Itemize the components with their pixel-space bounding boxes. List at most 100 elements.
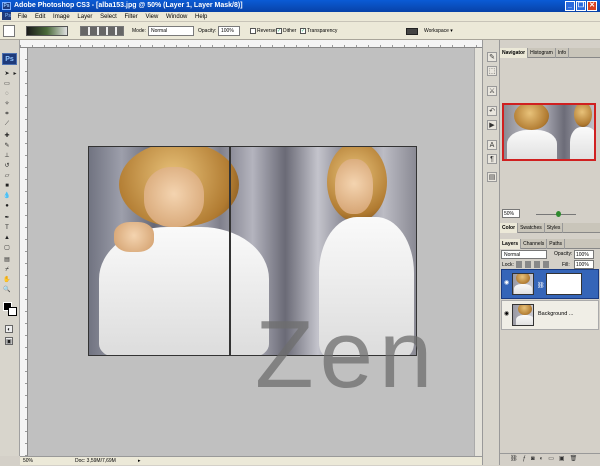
notes-tool-icon[interactable]: ▤ [3,256,11,264]
gradient-tool-icon[interactable]: ■ [3,182,11,190]
layer-thumbnail[interactable] [512,273,534,295]
bg-thumb-hair [518,305,532,315]
clone-source-icon[interactable]: ▤ [487,172,497,182]
blur-tool-icon[interactable]: 💧 [3,192,11,200]
tool-presets-icon[interactable]: ⬚ [487,66,497,76]
slice-tool-icon[interactable]: ⟋ [3,120,11,128]
menu-filter[interactable]: Filter [121,12,140,22]
shape-tool-icon[interactable]: ▢ [3,244,11,252]
clone-stamp-tool-icon[interactable]: ⊥ [3,152,11,160]
menu-layer[interactable]: Layer [74,12,95,22]
layer-row-background[interactable]: ◉ Background ... [501,300,599,330]
layer-visibility-eye-icon[interactable]: ◉ [504,280,511,286]
layer-opacity-field[interactable]: 100% [574,250,594,259]
dodge-tool-icon[interactable]: ● [3,202,11,210]
fill-field[interactable]: 100% [574,260,594,269]
reverse-option[interactable]: Reverse [250,26,276,36]
layer-row-layer-1[interactable]: ◉ ⛓ [501,269,599,299]
layers-panel-footer: ⛓ƒ◙◐▭▣🗑 [500,453,600,463]
palette-well-icon[interactable] [406,28,418,35]
screen-mode-icon[interactable]: ▣ [5,337,13,345]
lock-buttons[interactable] [516,261,552,268]
vertical-scrollbar[interactable] [474,48,482,456]
lasso-tool-icon[interactable]: ◌ [3,90,11,98]
paragraph-panel-icon[interactable]: ¶ [487,154,497,164]
quick-mask-icon[interactable]: ◐ [5,325,13,333]
brush-tool-icon[interactable]: ✎ [3,142,11,150]
navigator-zoom-field[interactable]: 50% [502,209,520,218]
type-tool-icon[interactable]: T [3,224,11,232]
navigator-thumbnail[interactable] [502,103,596,161]
tab-styles[interactable]: Styles [545,223,564,233]
menu-help[interactable]: Help [192,12,210,22]
photoshop-logo[interactable]: Ps [2,53,17,65]
mode-select[interactable]: Normal [148,26,194,36]
eyedropper-tool-icon[interactable]: ⌿ [3,266,11,274]
adjustment-layer-icon[interactable]: ◐ [540,456,549,462]
marquee-tool-icon[interactable]: ▭ [3,80,11,88]
tab-layers[interactable]: Layers [500,239,522,249]
opacity-field[interactable]: 100% [218,26,240,36]
menu-select[interactable]: Select [97,12,120,22]
magic-wand-tool-icon[interactable]: ✧ [3,100,11,108]
gradient-type-buttons[interactable] [80,26,124,36]
artboard-tool-icon[interactable]: ▸ [11,70,19,78]
tab-color[interactable]: Color [500,223,519,233]
workspace-button[interactable]: Workspace ▾ [424,26,453,36]
brushes-panel-icon[interactable]: ✎ [487,52,497,62]
close-button[interactable]: ✕ [587,1,597,11]
healing-brush-tool-icon[interactable]: ✚ [3,132,11,140]
history-brush-tool-icon[interactable]: ↺ [3,162,11,170]
blend-mode-select[interactable]: Normal [501,250,547,259]
fill-label: Fill: [562,262,570,268]
link-layers-icon[interactable]: ⛓ [510,456,523,462]
color-tabs: Color Swatches Styles [500,223,600,233]
opacity-label: Opacity: [198,28,217,34]
transparency-checkbox[interactable]: ✓ [300,27,306,34]
actions-panel-icon[interactable]: ▶ [487,120,497,130]
new-layer-icon[interactable]: ▣ [559,456,570,462]
hand-tool-icon[interactable]: ✋ [3,276,11,284]
document-icon[interactable]: Ps [2,12,11,21]
character-panel-icon[interactable]: A [487,140,497,150]
layer-mask-thumbnail[interactable] [546,273,582,295]
transparency-option[interactable]: ✓ Transparency [300,26,337,36]
background-visibility-eye-icon[interactable]: ◉ [504,311,511,317]
minimize-button[interactable]: _ [565,1,575,11]
tab-channels[interactable]: Channels [521,239,548,249]
mode-label: Mode: [132,28,146,34]
reverse-checkbox[interactable] [250,27,256,34]
gradient-picker[interactable] [26,26,68,36]
add-mask-icon[interactable]: ◙ [531,456,540,462]
history-panel-icon[interactable]: ↶ [487,106,497,116]
chain-link-icon[interactable]: ⛓ [537,282,545,289]
background-thumbnail[interactable] [512,304,534,326]
new-group-icon[interactable]: ▭ [548,456,559,462]
tab-navigator[interactable]: Navigator [500,48,529,58]
menu-window[interactable]: Window [163,12,190,22]
delete-layer-icon[interactable]: 🗑 [570,456,583,462]
dither-option[interactable]: ✓ Dither [276,26,296,36]
menu-view[interactable]: View [142,12,161,22]
pen-tool-icon[interactable]: ✒ [3,214,11,222]
tab-info[interactable]: Info [556,48,570,58]
move-tool-icon[interactable]: ➤ [3,70,11,78]
menu-edit[interactable]: Edit [32,12,48,22]
tab-histogram[interactable]: Histogram [528,48,556,58]
menu-image[interactable]: Image [50,12,73,22]
menu-file[interactable]: File [15,12,31,22]
restore-button[interactable]: ❐ [576,1,586,11]
layer-comps-icon[interactable]: ⚔ [487,86,497,96]
navigator-zoom-handle[interactable] [556,211,561,217]
eraser-tool-icon[interactable]: ▱ [3,172,11,180]
dither-checkbox[interactable]: ✓ [276,27,282,34]
zoom-tool-icon[interactable]: 🔍 [3,286,11,294]
crop-tool-icon[interactable]: ⌗ [3,110,11,118]
background-color-swatch[interactable] [8,307,17,316]
path-selection-tool-icon[interactable]: ▲ [3,234,11,242]
tab-swatches[interactable]: Swatches [518,223,545,233]
status-bar: 50% Doc: 3,59M/7,69M ▸ [20,456,482,465]
tool-preset-picker[interactable] [3,25,15,37]
layer-style-icon[interactable]: ƒ [523,456,531,462]
tab-paths[interactable]: Paths [547,239,566,249]
